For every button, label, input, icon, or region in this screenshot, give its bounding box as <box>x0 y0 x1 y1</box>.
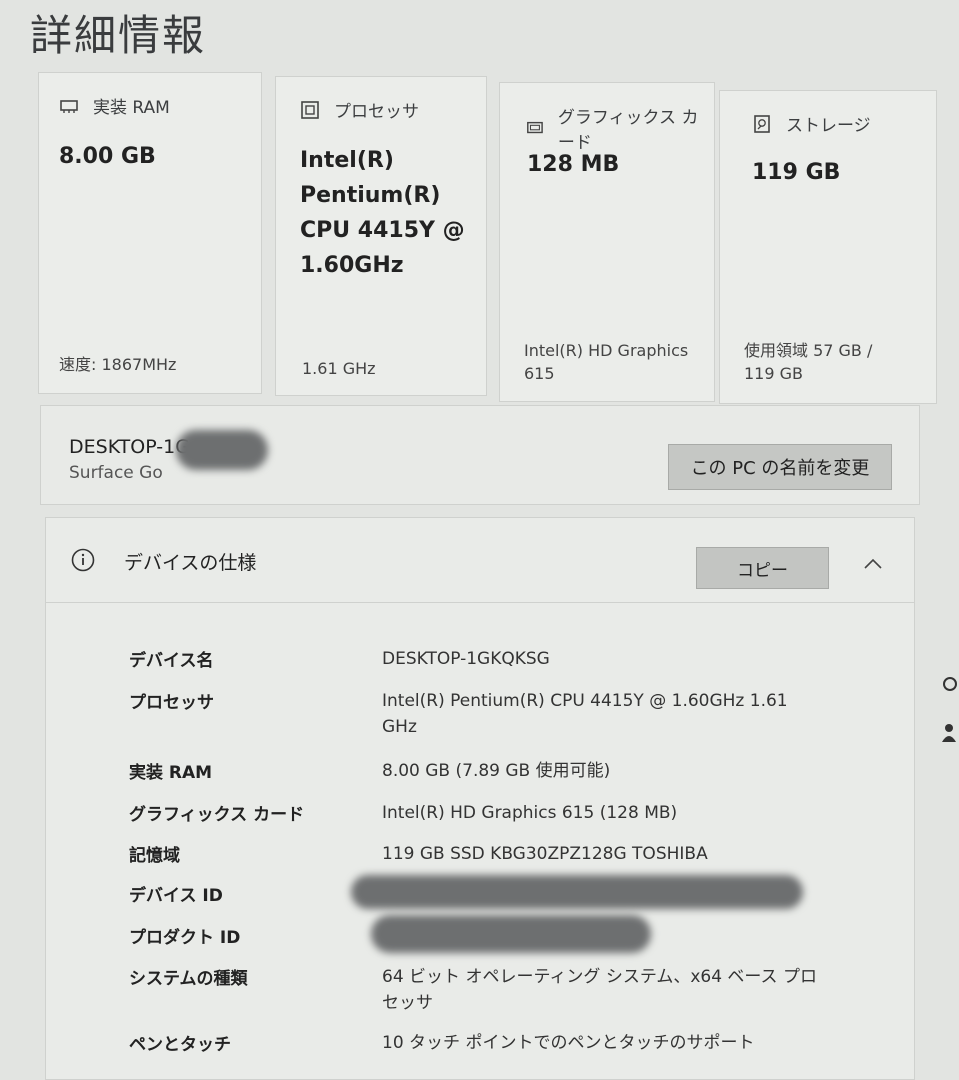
processor-icon <box>301 100 319 119</box>
spec-value: 119 GB SSD KBG30ZPZ128G TOSHIBA <box>382 844 708 864</box>
feedback-icon[interactable] <box>942 676 958 692</box>
storage-card-value: 119 GB <box>752 160 841 185</box>
graphics-card-label: グラフィックス カード <box>557 108 699 153</box>
ram-card-speed: 速度: 1867MHz <box>59 355 177 374</box>
storage-icon <box>754 114 770 133</box>
copy-button[interactable]: コピー <box>696 547 829 589</box>
pc-model: Surface Go <box>69 463 163 483</box>
device-spec-panel: デバイスの仕様 コピー デバイス名 DESKTOP-1GKQKSG プロセッサ … <box>45 517 915 1080</box>
spec-label: プロセッサ <box>129 693 214 713</box>
spec-value: Intel(R) HD Graphics 615 (128 MB) <box>382 803 678 823</box>
people-icon[interactable] <box>940 722 958 744</box>
spec-label: デバイス名 <box>129 651 214 671</box>
storage-card: ストレージ 119 GB 使用領域 57 GB / 119 GB <box>719 90 937 404</box>
spec-value: Intel(R) Pentium(R) CPU 4415Y @ 1.60GHz … <box>382 691 788 737</box>
device-spec-header[interactable]: デバイスの仕様 コピー <box>46 518 914 603</box>
ram-card-value: 8.00 GB <box>59 144 156 169</box>
spec-label: プロダクト ID <box>129 928 241 948</box>
device-spec-title: デバイスの仕様 <box>124 552 257 574</box>
storage-card-usage: 使用領域 57 GB / 119 GB <box>744 341 873 383</box>
storage-card-label: ストレージ <box>786 116 871 136</box>
redacted-product-id <box>371 915 651 953</box>
pc-name: DESKTOP-1G <box>69 436 190 458</box>
graphics-card-model: Intel(R) HD Graphics 615 <box>524 341 689 383</box>
spec-label: システムの種類 <box>129 969 248 989</box>
graphics-card-value: 128 MB <box>527 152 620 177</box>
ram-card: 実装 RAM 8.00 GB 速度: 1867MHz <box>38 72 262 394</box>
spec-value: 8.00 GB (7.89 GB 使用可能) <box>382 761 611 781</box>
spec-value: DESKTOP-1GKQKSG <box>382 649 550 669</box>
rename-pc-button[interactable]: この PC の名前を変更 <box>668 444 892 490</box>
spec-value: 64 ビット オペレーティング システム、x64 ベース プロセッサ <box>382 967 817 1013</box>
pc-name-section: DESKTOP-1G Surface Go この PC の名前を変更 <box>40 405 920 505</box>
redacted-device-id <box>351 875 803 909</box>
spec-label: ペンとタッチ <box>129 1035 231 1055</box>
graphics-card-header: グラフィックス カード <box>526 103 714 153</box>
graphics-card-icon <box>527 121 543 134</box>
page-title: 詳細情報 <box>30 11 207 60</box>
spec-label: 実装 RAM <box>129 763 213 783</box>
storage-card-header: ストレージ <box>752 111 871 136</box>
processor-card-label: プロセッサ <box>334 102 419 122</box>
chevron-up-icon[interactable] <box>861 554 885 574</box>
info-icon <box>71 548 95 572</box>
redacted-pc-name <box>176 430 268 470</box>
processor-card: プロセッサ Intel(R) Pentium(R) CPU 4415Y @ 1.… <box>275 76 487 396</box>
ram-card-label: 実装 RAM <box>93 98 170 118</box>
processor-card-header: プロセッサ <box>300 97 419 122</box>
spec-label: 記憶域 <box>129 846 180 866</box>
spec-value: 10 タッチ ポイントでのペンとタッチのサポート <box>382 1033 755 1053</box>
ram-card-header: 実装 RAM <box>59 93 170 118</box>
processor-card-speed: 1.61 GHz <box>302 359 376 378</box>
spec-label: デバイス ID <box>129 886 223 906</box>
graphics-card: グラフィックス カード 128 MB Intel(R) HD Graphics … <box>499 82 715 402</box>
processor-card-value: Intel(R) Pentium(R) CPU 4415Y @ 1.60GHz <box>300 148 465 278</box>
ram-icon <box>60 99 78 113</box>
spec-label: グラフィックス カード <box>129 805 305 825</box>
